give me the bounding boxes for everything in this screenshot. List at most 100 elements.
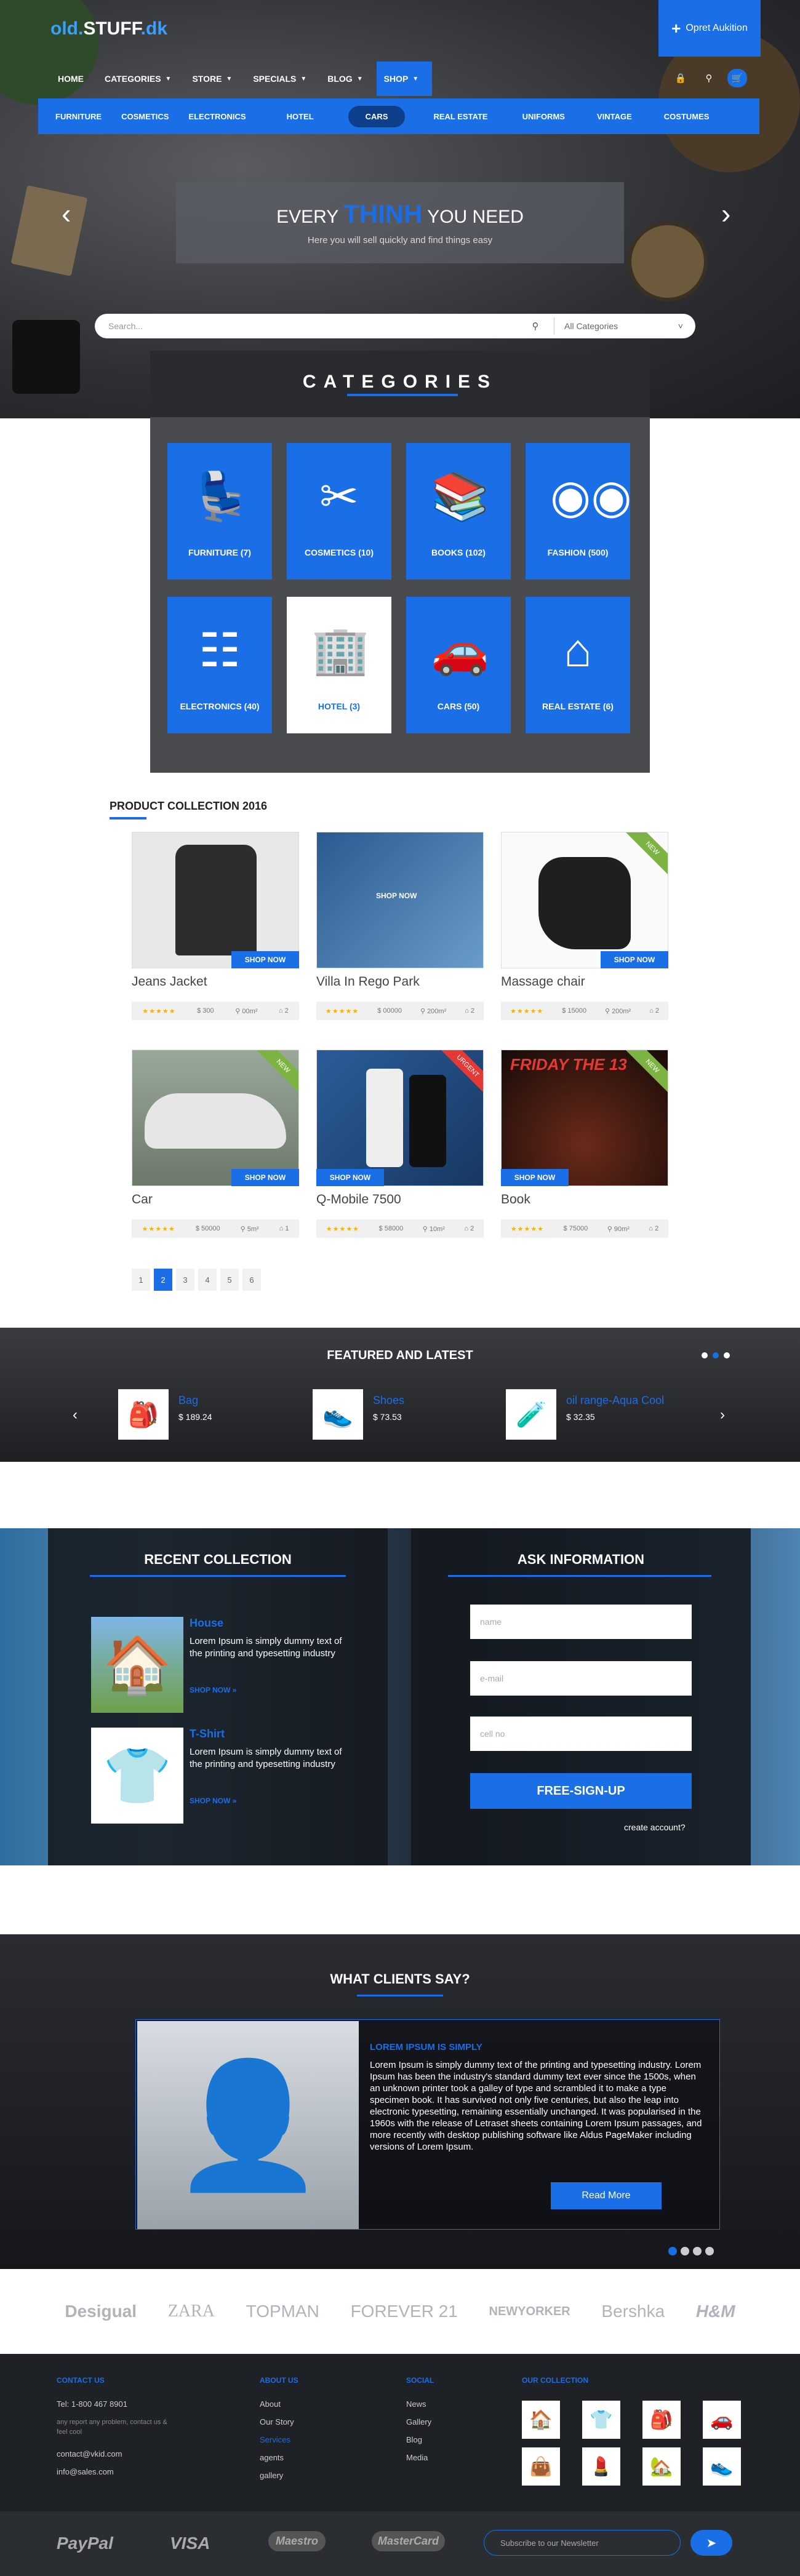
product-card[interactable]: NEW SHOP NOW Massage chair ★★★★★ $ 15000 ⚲… (501, 832, 668, 1037)
send-icon[interactable]: ➤ (690, 2530, 732, 2556)
footer-link[interactable]: Blog (406, 2435, 434, 2444)
dot[interactable] (693, 2247, 702, 2255)
product-card[interactable]: SHOP NOW Villa In Rego Park ★★★★★ $ 00000… (316, 832, 484, 1037)
shop-now-button[interactable]: SHOP NOW (231, 951, 299, 968)
phone-field[interactable]: cell no (470, 1717, 692, 1751)
search-input[interactable]: Search... (95, 321, 517, 331)
brand-logo[interactable]: TOPMAN (246, 2302, 319, 2321)
search-icon[interactable]: ⚲ (517, 321, 554, 332)
subnav-costumes[interactable]: COSTUMES (664, 112, 710, 121)
slider-prev-icon[interactable]: ‹ (62, 197, 71, 230)
house-thumb-icon[interactable]: 🏠 (522, 2401, 560, 2439)
create-account-link[interactable]: create account? (624, 1822, 686, 1832)
subnav-furniture[interactable]: FURNITURE (55, 112, 102, 121)
featured-next-icon[interactable]: › (720, 1406, 725, 1424)
recent-item-link[interactable]: SHOP NOW » (190, 1796, 236, 1805)
category-electronics[interactable]: ☷ ELECTRONICS (40) (167, 597, 272, 733)
logo[interactable]: old.STUFF.dk (50, 18, 167, 39)
page-4[interactable]: 4 (198, 1269, 217, 1291)
bag-thumb-icon[interactable]: 👜 (522, 2447, 560, 2486)
footer-link[interactable]: Gallery (406, 2417, 434, 2426)
shop-now-button[interactable]: SHOP NOW (231, 1169, 299, 1186)
category-fashion[interactable]: ◉◉ FASHION (500) (526, 443, 632, 580)
dot[interactable] (681, 2247, 689, 2255)
brand-logo[interactable]: Desigual (65, 2302, 137, 2321)
brand-logo[interactable]: FOREVER 21 (351, 2302, 458, 2321)
page-3[interactable]: 3 (176, 1269, 194, 1291)
name-field[interactable]: name (470, 1605, 692, 1639)
shop-now-button[interactable]: SHOP NOW (601, 951, 668, 968)
recent-item[interactable]: 👕 T-Shirt Lorem Ipsum is simply dummy te… (91, 1728, 374, 1824)
subnav-cosmetics[interactable]: COSMETICS (121, 112, 169, 121)
page-2[interactable]: 2 (154, 1269, 172, 1291)
read-more-button[interactable]: Read More (551, 2182, 662, 2209)
recent-item-link[interactable]: SHOP NOW » (190, 1686, 236, 1694)
featured-item[interactable]: 🧪 oil range-Aqua Cool $ 32.35 (506, 1389, 664, 1440)
page-6[interactable]: 6 (242, 1269, 261, 1291)
email-link[interactable]: info@sales.com (57, 2467, 180, 2476)
email-link[interactable]: contact@vkid.com (57, 2449, 180, 2458)
footer-link[interactable]: About (260, 2399, 298, 2409)
subnav-hotel[interactable]: HOTEL (287, 112, 314, 121)
category-furniture[interactable]: 💺 FURNITURE (7) (167, 443, 272, 580)
brand-logo[interactable]: Bershka (601, 2302, 665, 2321)
dot[interactable] (702, 1352, 708, 1358)
featured-prev-icon[interactable]: ‹ (73, 1406, 78, 1424)
house-thumb-icon[interactable]: 🏡 (642, 2447, 681, 2486)
dot[interactable] (668, 2247, 677, 2255)
category-books[interactable]: 📚 BOOKS (102) (406, 443, 511, 580)
nav-blog[interactable]: BLOG ▼ (320, 62, 376, 96)
product-card[interactable]: SHOP NOW Jeans Jacket ★★★★★ $ 300 ⚲ 00m² ⌂ … (132, 832, 299, 1037)
footer-link[interactable]: Services (260, 2435, 298, 2444)
slider-next-icon[interactable]: › (721, 197, 730, 230)
cosmetics-thumb-icon[interactable]: 💄 (582, 2447, 620, 2486)
dot[interactable] (705, 2247, 714, 2255)
product-card[interactable]: NEW SHOP NOW Car ★★★★★ $ 50000 ⚲ 5m² ⌂ 1 (132, 1050, 299, 1255)
brand-logo[interactable]: H&M (696, 2302, 735, 2321)
category-select[interactable]: All Categories ˅ (554, 317, 695, 335)
car-thumb-icon[interactable]: 🚗 (703, 2401, 741, 2439)
free-signup-button[interactable]: FREE-SIGN-UP (470, 1773, 692, 1809)
subnav-vintage[interactable]: VINTAGE (597, 112, 632, 121)
category-real-estate[interactable]: ⌂ REAL ESTATE (6) (526, 597, 630, 733)
product-card[interactable]: URGENT SHOP NOW Q-Mobile 7500 ★★★★★ $ 580… (316, 1050, 484, 1255)
nav-categories[interactable]: CATEGORIES ▼ (97, 62, 185, 96)
nav-home[interactable]: HOME (50, 62, 97, 96)
category-cosmetics[interactable]: ✂ COSMETICS (10) (287, 443, 391, 580)
subnav-uniforms[interactable]: UNIFORMS (522, 112, 565, 121)
cart-icon[interactable]: 🛒 (727, 69, 747, 87)
shop-now-button[interactable]: SHOP NOW (316, 1169, 384, 1186)
subnav-electronics[interactable]: ELECTRONICS (188, 112, 246, 121)
footer-link[interactable]: Our Story (260, 2417, 298, 2426)
nav-shop[interactable]: SHOP ▼ (376, 62, 433, 96)
search-icon[interactable]: ⚲ (699, 69, 719, 87)
tshirt-thumb-icon[interactable]: 👕 (582, 2401, 620, 2439)
subnav-real-estate[interactable]: REAL ESTATE (433, 112, 487, 121)
brand-logo[interactable]: ZARA (168, 2302, 215, 2321)
newsletter-input[interactable]: Subscribe to our Newsletter (484, 2530, 681, 2556)
nav-store[interactable]: STORE ▼ (185, 62, 246, 96)
footer-link[interactable]: gallery (260, 2471, 298, 2480)
page-5[interactable]: 5 (220, 1269, 239, 1291)
product-card[interactable]: FRIDAY THE 13 NEW SHOP NOW Book ★★★★★ $ 75… (501, 1050, 668, 1255)
shop-now-button[interactable]: SHOP NOW (501, 1169, 569, 1186)
dot[interactable] (713, 1352, 719, 1358)
featured-item[interactable]: 👟 Shoes $ 73.53 (313, 1389, 404, 1440)
brand-logo[interactable]: NEWYORKER (489, 2305, 570, 2319)
footer-link[interactable]: agents (260, 2453, 298, 2462)
subnav-cars[interactable]: CARS (348, 105, 406, 127)
dot[interactable] (724, 1352, 730, 1358)
category-hotel[interactable]: 🏢 HOTEL (3) (287, 597, 391, 733)
backpack-thumb-icon[interactable]: 🎒 (642, 2401, 681, 2439)
footer-link[interactable]: Media (406, 2453, 434, 2462)
create-auction-button[interactable]: + Opret Aukition (658, 0, 761, 57)
page-1[interactable]: 1 (132, 1269, 150, 1291)
featured-item[interactable]: 🎒 Bag $ 189.24 (118, 1389, 212, 1440)
recent-item[interactable]: 🏠 House Lorem Ipsum is simply dummy text… (91, 1617, 374, 1713)
shoe-thumb-icon[interactable]: 👟 (703, 2447, 741, 2486)
email-field[interactable]: e-mail (470, 1661, 692, 1696)
lock-icon[interactable]: 🔒 (671, 69, 690, 87)
footer-link[interactable]: News (406, 2399, 434, 2409)
nav-specials[interactable]: SPECIALS ▼ (246, 62, 320, 96)
category-cars[interactable]: 🚗 CARS (50) (406, 597, 511, 733)
